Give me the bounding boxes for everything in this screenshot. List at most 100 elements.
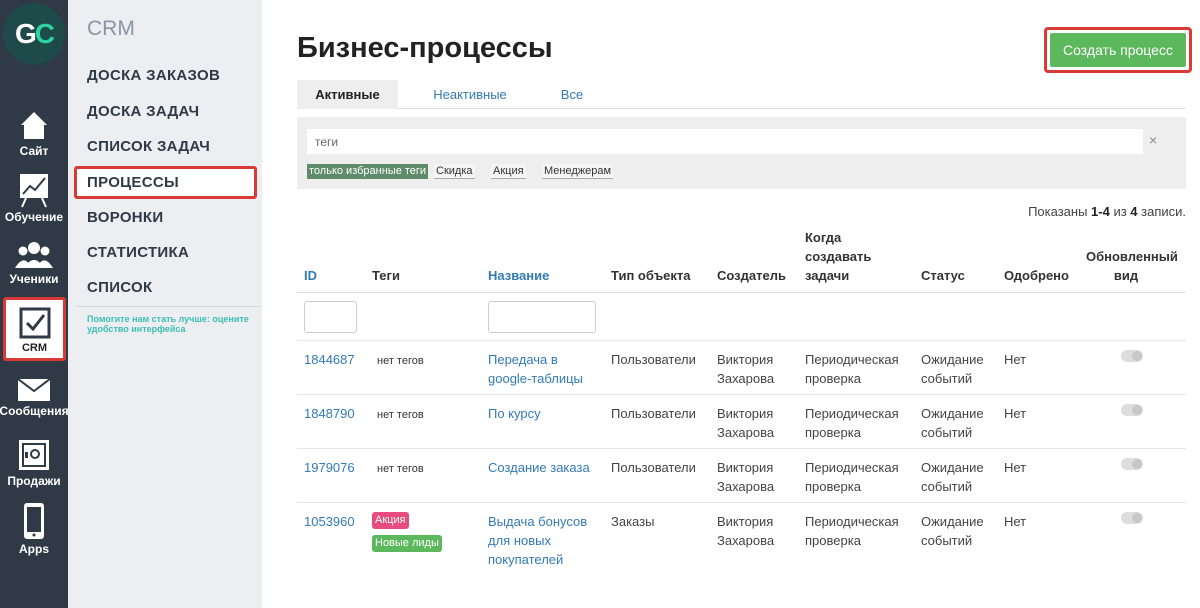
menu-item-tasks-list[interactable]: СПИСОК ЗАДАЧ [87, 138, 210, 155]
tab-inactive[interactable]: Неактивные [415, 80, 525, 109]
create-process-button[interactable]: Создать процесс [1050, 33, 1186, 67]
row-status-line: Ожидание [921, 460, 984, 475]
row-status-line: событий [921, 533, 973, 548]
row-object-type: Пользователи [611, 406, 696, 421]
rail-label: Apps [19, 542, 49, 556]
column-header-name[interactable]: Название [488, 266, 549, 285]
chart-board-icon [20, 174, 48, 208]
row-when: Периодическая проверка [805, 350, 899, 388]
rail-label: Ученики [9, 272, 59, 286]
rail-item-sales[interactable]: Продажи [0, 438, 68, 488]
rail-item-crm[interactable]: CRM [3, 297, 66, 361]
row-object-type: Заказы [611, 514, 655, 529]
menu-item-orders-board[interactable]: ДОСКА ЗАКАЗОВ [87, 67, 220, 84]
tab-active[interactable]: Активные [297, 80, 398, 109]
row-status-line: Ожидание [921, 514, 984, 529]
row-creator: Виктория Захарова [717, 404, 774, 442]
row-approved: Нет [1004, 352, 1027, 367]
row-divider [297, 340, 1186, 341]
chip-tag[interactable]: Скидка [434, 164, 475, 179]
row-updated-toggle[interactable] [1121, 512, 1143, 524]
tag-badge[interactable]: Новые лиды [372, 535, 442, 552]
row-status: Ожидание событий [921, 512, 984, 550]
feedback-link[interactable]: Помогите нам стать лучше: оцените удобст… [87, 314, 257, 334]
row-status: Ожидание событий [921, 350, 984, 388]
row-creator-line: Виктория [717, 352, 774, 367]
row-creator: Виктория Захарова [717, 350, 774, 388]
column-header-tags: Теги [372, 268, 400, 283]
row-status-line: Ожидание [921, 352, 984, 367]
menu-title: CRM [87, 17, 135, 40]
id-filter-input[interactable] [304, 301, 357, 333]
row-id-link[interactable]: 1848790 [304, 404, 355, 423]
column-header-when-line: задачи [805, 268, 850, 283]
row-id-link[interactable]: 1979076 [304, 458, 355, 477]
rail-item-apps[interactable]: Apps [0, 502, 68, 556]
chip-tag[interactable]: Менеджерам [542, 164, 614, 179]
tab-all[interactable]: Все [542, 80, 602, 109]
row-tags-empty: нет тегов [377, 409, 424, 421]
rail-item-messages[interactable]: Сообщения [0, 378, 69, 418]
menu-item-statistics[interactable]: СТАТИСТИКА [87, 244, 189, 261]
column-header-creator: Создатель [717, 268, 786, 283]
column-header-status: Статус [921, 268, 965, 283]
row-status-line: событий [921, 371, 973, 386]
rail-item-students[interactable]: Ученики [0, 240, 68, 286]
rail-label: CRM [21, 342, 48, 354]
menu-item-processes[interactable]: ПРОЦЕССЫ [74, 166, 257, 199]
row-name-link[interactable]: По курсу [488, 404, 541, 423]
row-name-line: покупателей [488, 552, 564, 567]
row-when-line: проверка [805, 479, 861, 494]
row-object-type: Пользователи [611, 460, 696, 475]
row-updated-toggle[interactable] [1121, 350, 1143, 362]
row-creator-line: Захарова [717, 425, 775, 440]
logo[interactable]: GC [3, 3, 65, 65]
row-id-link[interactable]: 1844687 [304, 350, 355, 369]
chip-tag[interactable]: Акция [491, 164, 526, 179]
row-creator-line: Захарова [717, 479, 775, 494]
row-when-line: проверка [805, 371, 861, 386]
summary-prefix: Показаны [1028, 204, 1092, 219]
tag-filter-panel: × только избранные теги Скидка Акция Мен… [297, 117, 1186, 189]
row-name-link[interactable]: Создание заказа [488, 458, 590, 477]
create-button-highlight: Создать процесс [1044, 27, 1192, 73]
row-name-line: Выдача бонусов [488, 514, 588, 529]
column-header-id[interactable]: ID [304, 266, 317, 285]
rail-label: Сообщения [0, 404, 69, 418]
row-divider [297, 394, 1186, 395]
name-filter-input[interactable] [488, 301, 596, 333]
header-divider [297, 292, 1186, 293]
house-icon [21, 112, 47, 139]
users-icon [15, 242, 53, 268]
row-id-link[interactable]: 1053960 [304, 512, 355, 531]
menu-item-tasks-board[interactable]: ДОСКА ЗАДАЧ [87, 103, 199, 120]
tag-badge[interactable]: Акция [372, 512, 409, 529]
row-name-link[interactable]: Передача в google-таблицы [488, 350, 583, 388]
rail-label: Продажи [7, 474, 61, 488]
row-when-line: Периодическая [805, 514, 899, 529]
row-tags-empty: нет тегов [377, 463, 424, 475]
row-name-link[interactable]: Выдача бонусов для новых покупателей [488, 512, 587, 569]
rail-label: Обучение [4, 210, 64, 224]
row-status-line: событий [921, 479, 973, 494]
rail-item-site[interactable]: Сайт [0, 108, 68, 158]
menu-item-list[interactable]: СПИСОК [87, 279, 152, 296]
tags-search-input[interactable] [307, 129, 1143, 154]
logo-letter-c: C [34, 18, 55, 49]
row-creator-line: Виктория [717, 460, 774, 475]
icon-rail: GC Сайт Обучение Ученики CRM Сообщения П… [0, 0, 69, 608]
clear-icon[interactable]: × [1149, 132, 1157, 148]
menu-item-funnels[interactable]: ВОРОНКИ [87, 209, 163, 226]
row-updated-toggle[interactable] [1121, 404, 1143, 416]
row-approved: Нет [1004, 460, 1027, 475]
row-divider [297, 502, 1186, 503]
rail-item-learning[interactable]: Обучение [0, 172, 68, 224]
row-updated-toggle[interactable] [1121, 458, 1143, 470]
tabs: Активные Неактивные Все [297, 80, 1186, 109]
chip-favorite-tags[interactable]: только избранные теги [307, 164, 429, 179]
column-header-approved: Одобрено [1004, 268, 1069, 283]
column-header-when-line: Когда [805, 230, 842, 245]
records-summary: Показаны 1-4 из 4 записи. [1028, 204, 1186, 219]
row-status-line: событий [921, 425, 973, 440]
page-title: Бизнес-процессы [297, 32, 553, 64]
